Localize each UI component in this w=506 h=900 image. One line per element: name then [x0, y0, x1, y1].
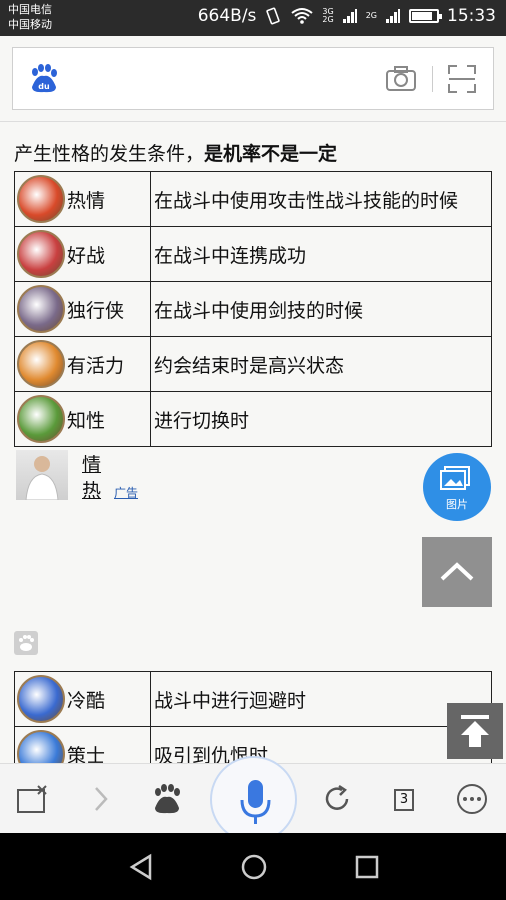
baidu-paw-small-icon [14, 631, 38, 655]
lone-icon [17, 285, 65, 333]
trait-condition: 约会结束时是高兴状态 [150, 336, 492, 392]
trait-name-cell: 好战 [14, 226, 151, 282]
scan-icon[interactable] [447, 64, 477, 94]
trait-name: 有活力 [67, 354, 125, 377]
clock: 15:33 [447, 6, 496, 26]
vibrate-icon [266, 7, 281, 25]
book-icon [17, 395, 65, 443]
more-menu-icon[interactable] [455, 782, 489, 816]
net-speed: 664B/s [197, 6, 257, 26]
trait-name-cell: 独行侠 [14, 281, 151, 337]
status-icons: 664B/s 3G 2G 2G 15:33 [198, 6, 496, 26]
ad-thumbnail[interactable] [16, 450, 68, 501]
back-icon[interactable] [128, 853, 156, 881]
arrow-up-icon [461, 715, 489, 747]
image-search-button[interactable]: 图片 [423, 453, 491, 521]
trait-name-cell: 冷酷 [14, 671, 151, 727]
trait-condition: 在战斗中连携成功 [150, 226, 492, 282]
trait-condition: 进行切换时 [150, 391, 492, 447]
close-tab-icon[interactable] [16, 782, 50, 816]
tab-count: 3 [394, 789, 414, 811]
microphone-icon [240, 780, 271, 824]
trait-name: 独行侠 [67, 299, 125, 322]
table-row: 有活力 约会结束时是高兴状态 [14, 336, 492, 392]
battery-icon [409, 9, 442, 23]
camera-icon[interactable] [385, 66, 417, 92]
bottom-toolbar: 3 [0, 756, 506, 843]
carrier-2: 中国移动 [8, 18, 52, 31]
system-nav-bar [0, 833, 506, 900]
network-type: 3G 2G [322, 7, 334, 24]
trait-name: 好战 [67, 244, 106, 267]
refresh-icon[interactable] [320, 782, 354, 816]
table-row: 独行侠 在战斗中使用剑技的时候 [14, 281, 492, 337]
signal-icon-1 [342, 9, 357, 23]
table-row: 冷酷 战斗中进行迴避时 [14, 671, 492, 727]
home-icon[interactable] [240, 853, 268, 881]
voice-search-button[interactable] [210, 756, 297, 843]
search-input[interactable]: du [12, 47, 494, 110]
trait-name-cell: 热情 [14, 171, 151, 227]
trait-name-cell: 策士 [14, 726, 151, 764]
tabs-button[interactable]: 3 [388, 782, 422, 814]
ad-label[interactable]: 广告 [114, 484, 138, 501]
status-bar: 中国电信 中国移动 664B/s 3G 2G 2G 15:33 [0, 0, 506, 36]
signal-icon-2 [386, 9, 400, 23]
traits-table: 热情 在战斗中使用攻击性战斗技能的时候好战 在战斗中连携成功独行侠 在战斗中使用剑技的… [14, 171, 492, 447]
trait-condition: 战斗中进行迴避时 [150, 671, 492, 727]
baidu-logo-text: du [38, 82, 50, 91]
cold-icon [17, 675, 65, 723]
ad-title-line2[interactable]: 热 [82, 476, 101, 503]
fire-icon [17, 175, 65, 223]
trait-condition: 吸引到仇恨时 [150, 726, 492, 763]
wifi-icon [291, 8, 314, 24]
traits-table-2: 冷酷 战斗中进行迴避时策士 吸引到仇恨时 [14, 671, 492, 763]
page-content: 产生性格的发生条件，是机率不是一定 热情 在战斗中使用攻击性战斗技能的时候 好战 在战… [0, 123, 506, 763]
article-headline: 产生性格的发生条件，是机率不是一定 [14, 143, 338, 165]
ad-title-line1[interactable]: 情 [82, 450, 101, 477]
chevron-up-icon [440, 562, 474, 581]
ad-block[interactable]: 情 热 广告 [16, 448, 316, 502]
table-row: 好战 在战斗中连携成功 [14, 226, 492, 282]
back-to-top-button[interactable] [422, 537, 492, 607]
vigor-icon [17, 340, 65, 388]
baidu-home-icon[interactable] [150, 782, 184, 816]
recents-icon[interactable] [354, 854, 380, 880]
sword-icon [17, 230, 65, 278]
table-row: 热情 在战斗中使用攻击性战斗技能的时候 [14, 171, 492, 227]
tactic-icon [17, 730, 65, 763]
image-icon [440, 466, 470, 490]
trait-name: 冷酷 [67, 689, 106, 712]
search-header: du [0, 36, 506, 122]
baidu-paw-icon: du [32, 64, 57, 93]
carrier-info: 中国电信 中国移动 [8, 2, 52, 32]
trait-name-cell: 知性 [14, 391, 151, 447]
scroll-top-button[interactable] [447, 703, 503, 759]
trait-condition: 在战斗中使用攻击性战斗技能的时候 [150, 171, 492, 227]
carrier-1: 中国电信 [8, 3, 52, 16]
search-divider [432, 66, 433, 92]
trait-name: 热情 [67, 189, 106, 212]
forward-icon[interactable] [84, 782, 118, 816]
table-row: 知性 进行切换时 [14, 391, 492, 447]
trait-name: 知性 [67, 409, 106, 432]
trait-name: 策士 [67, 744, 106, 764]
network-type-2: 2G [365, 11, 377, 20]
trait-condition: 在战斗中使用剑技的时候 [150, 281, 492, 337]
image-search-label: 图片 [446, 498, 468, 511]
trait-name-cell: 有活力 [14, 336, 151, 392]
